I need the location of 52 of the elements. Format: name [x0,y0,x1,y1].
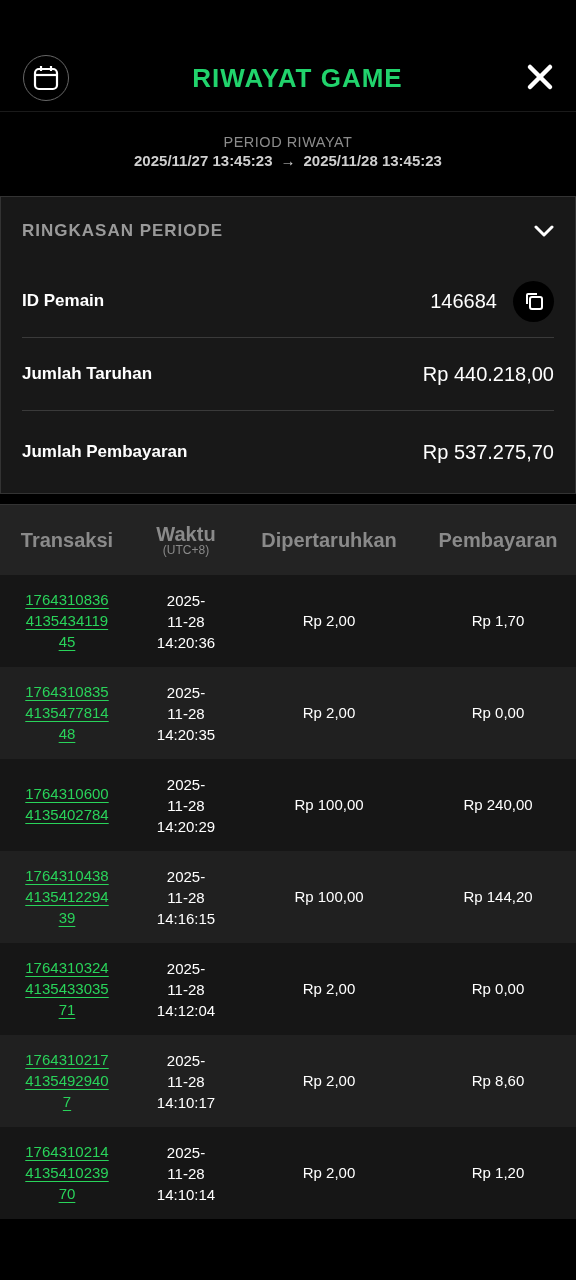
transaction-link[interactable]: 1764310438413541229439 [25,864,109,928]
column-header: Pembayaran [437,530,559,550]
table-cell: Rp 240,00 [463,795,533,813]
summary-value: Rp 537.275,70 [422,440,554,465]
time-cell-text: 2025-11-28 14:16:15 [155,866,217,929]
time-cell-text: 2025-11-28 14:10:14 [155,1142,217,1205]
transaction-link[interactable]: 176431021741354929407 [25,1048,109,1112]
period-label: PERIOD RIWAYAT [222,134,354,152]
time-cell-text: 2025-11-28 14:12:04 [155,958,217,1021]
summary-label: Jumlah Taruhan [22,363,153,386]
table-cell: Rp 2,00 [302,611,356,629]
calendar-icon [33,65,59,91]
table-cell: Rp 1,20 [471,1163,525,1181]
close-button[interactable] [526,63,554,91]
transaction-link[interactable]: 1764310836413543411945 [25,588,109,652]
arrow-icon: → [280,151,296,171]
table-cell: Rp 0,00 [471,703,525,721]
copy-button[interactable] [513,280,554,322]
summary-label: ID Pemain [22,290,105,313]
table-cell: Rp 100,00 [294,795,364,813]
summary-title: RINGKASAN PERIODE [22,220,224,243]
table-cell: Rp 2,00 [302,1163,356,1181]
time-cell-text: 2025-11-28 14:20:29 [155,774,217,837]
calendar-button[interactable] [23,55,69,101]
table-cell: Rp 8,60 [471,1071,525,1089]
table-cell: Rp 2,00 [302,1071,356,1089]
period-start: 2025/11/27 13:45:23 [134,151,273,171]
transaction-link[interactable]: 1764310835413547781448 [25,680,109,744]
summary-value: 146684 [430,289,497,314]
column-subheader: (UTC+8) [162,544,210,556]
summary-label: Jumlah Pembayaran [22,441,188,464]
summary-value: Rp 440.218,00 [422,362,554,387]
transaction-link[interactable]: 1764310324413543303571 [25,956,109,1020]
transaction-link[interactable]: 17643106004135402784 [25,783,109,826]
time-cell-text: 2025-11-28 14:20:35 [155,682,217,745]
column-header: Transaksi [19,530,115,550]
period-end: 2025/11/28 13:45:23 [303,151,442,171]
page-title: RIWAYAT GAME [192,62,403,95]
table-cell: Rp 144,20 [463,887,533,905]
close-icon [526,63,554,91]
table-cell: Rp 1,70 [471,611,525,629]
table-cell: Rp 2,00 [302,979,356,997]
table-cell: Rp 0,00 [471,979,525,997]
table-cell: Rp 100,00 [294,887,364,905]
time-cell-text: 2025-11-28 14:10:17 [155,1050,217,1113]
copy-icon [523,291,544,311]
column-header: Dipertaruhkan [260,530,398,550]
time-cell-text: 2025-11-28 14:20:36 [155,590,217,653]
chevron-down-icon[interactable] [534,225,554,237]
column-header: Waktu [156,524,216,544]
transaction-link[interactable]: 1764310214413541023970 [25,1140,109,1204]
table-cell: Rp 2,00 [302,703,356,721]
